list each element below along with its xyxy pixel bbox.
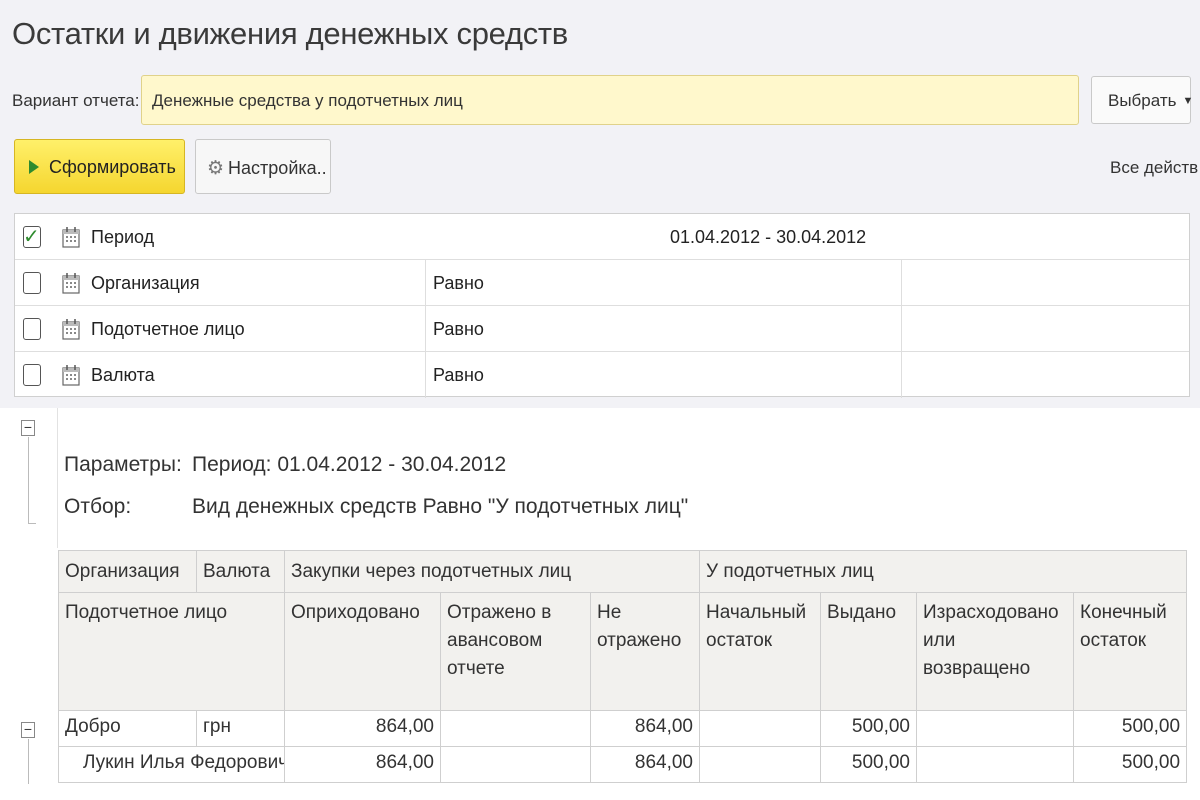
column-divider [901,306,902,352]
tree-line [28,739,29,784]
column-header: Отражено в авансовом отчете [440,592,591,711]
gear-icon: ⚙ [207,158,225,179]
cell-spent [916,746,1075,783]
table-row[interactable]: Лукин Илья Федорович 864,00 864,00 500,0… [58,746,1188,783]
gutter-divider [57,408,58,548]
report-table: Организация Валюта Закупки через подотче… [58,550,1188,783]
filter-checkbox[interactable] [23,272,41,294]
column-header: Оприходовано [284,592,441,711]
filter-name: Подотчетное лицо [91,319,245,339]
filter-label: Отбор: [64,495,132,518]
cell-name: Лукин Илья Федорович [58,746,285,783]
chevron-down-icon: ▼ [1182,95,1194,107]
filter-checkbox[interactable] [23,318,41,340]
calendar-icon [62,273,80,294]
column-header: Валюта [196,550,285,593]
report-form-header: Остатки и движения денежных средств Вари… [0,0,1200,408]
filter-condition[interactable]: Равно [433,273,484,294]
collapse-icon[interactable]: − [21,722,35,738]
filter-name: Организация [91,273,200,293]
cell-not-reflected: 864,00 [589,746,701,783]
select-variant-label: Выбрать [1108,91,1177,110]
column-header: Не отражено [589,592,701,711]
column-divider [425,306,426,352]
page-title: Остатки и движения денежных средств [12,16,568,51]
column-header: Подотчетное лицо [58,592,285,711]
filter-name: Валюта [91,365,155,385]
column-divider [425,260,426,306]
cell-not-reflected: 864,00 [589,710,701,747]
cell-spent [916,710,1075,747]
cell-closing: 500,00 [1073,746,1188,783]
tree-line [28,437,29,523]
calendar-icon [62,365,80,386]
variant-label: Вариант отчета: [12,91,140,110]
cell-issued: 500,00 [820,710,918,747]
table-header-row: Организация Валюта Закупки через подотче… [58,550,1188,593]
filter-condition[interactable]: Равно [433,319,484,340]
filter-value[interactable]: 01.04.2012 - 30.04.2012 [670,227,866,248]
all-actions-menu[interactable]: Все действ [1110,158,1198,178]
settings-button[interactable]: ⚙ Настройка.. [195,139,331,194]
generate-button[interactable]: Сформировать [14,139,185,194]
filter-row-period: ✓ Период 01.04.2012 - 30.04.2012 [15,214,1189,260]
cell-opening [699,710,822,747]
generate-label: Сформировать [49,157,176,177]
cell-received: 864,00 [284,710,441,747]
filter-checkbox[interactable]: ✓ [23,226,41,248]
cell-closing: 500,00 [1073,710,1188,747]
column-divider [901,260,902,306]
play-icon [29,160,39,174]
filter-row-person: Подотчетное лицо Равно [15,306,1189,352]
params-value: Период: 01.04.2012 - 30.04.2012 [192,453,507,476]
table-header-row: Подотчетное лицо Оприходовано Отражено в… [58,592,1188,711]
collapse-icon[interactable]: − [21,420,35,436]
cell-currency: грн [196,710,285,747]
column-header: Выдано [820,592,918,711]
checkmark-icon: ✓ [23,226,40,248]
column-header: Организация [58,550,197,593]
tree-line [28,523,36,524]
table-row[interactable]: Добро грн 864,00 864,00 500,00 500,00 [58,710,1188,747]
filter-table: ✓ Период 01.04.2012 - 30.04.2012 Организ… [14,213,1190,398]
filter-condition[interactable]: Равно [433,365,484,386]
column-divider [901,352,902,398]
cell-name: Добро [58,710,197,747]
params-label: Параметры: [64,453,182,476]
report-variant-field[interactable]: Денежные средства у подотчетных лиц [141,75,1079,125]
calendar-icon [62,319,80,340]
filter-checkbox[interactable] [23,364,41,386]
filter-value: Вид денежных средств Равно "У подотчетны… [192,495,689,518]
filter-row-currency: Валюта Равно [15,352,1189,398]
column-divider [425,352,426,398]
cell-issued: 500,00 [820,746,918,783]
column-group-header: Закупки через подотчетных лиц [283,550,701,593]
cell-reflected [440,710,591,747]
cell-reflected [440,746,591,783]
column-header: Израсходовано или возвращено [916,592,1075,711]
filter-name: Период [91,227,155,247]
select-variant-button[interactable]: Выбрать ▼ [1091,76,1194,124]
report-output: − Параметры: Период: 01.04.2012 - 30.04.… [0,408,1200,800]
calendar-icon [62,227,80,248]
column-header: Конечный остаток [1073,592,1188,711]
column-header: Начальный остаток [699,592,822,711]
cell-opening [699,746,822,783]
filter-row-organization: Организация Равно [15,260,1189,306]
settings-label: Настройка.. [228,158,327,178]
cell-received: 864,00 [284,746,441,783]
column-group-header: У подотчетных лиц [699,550,1188,593]
